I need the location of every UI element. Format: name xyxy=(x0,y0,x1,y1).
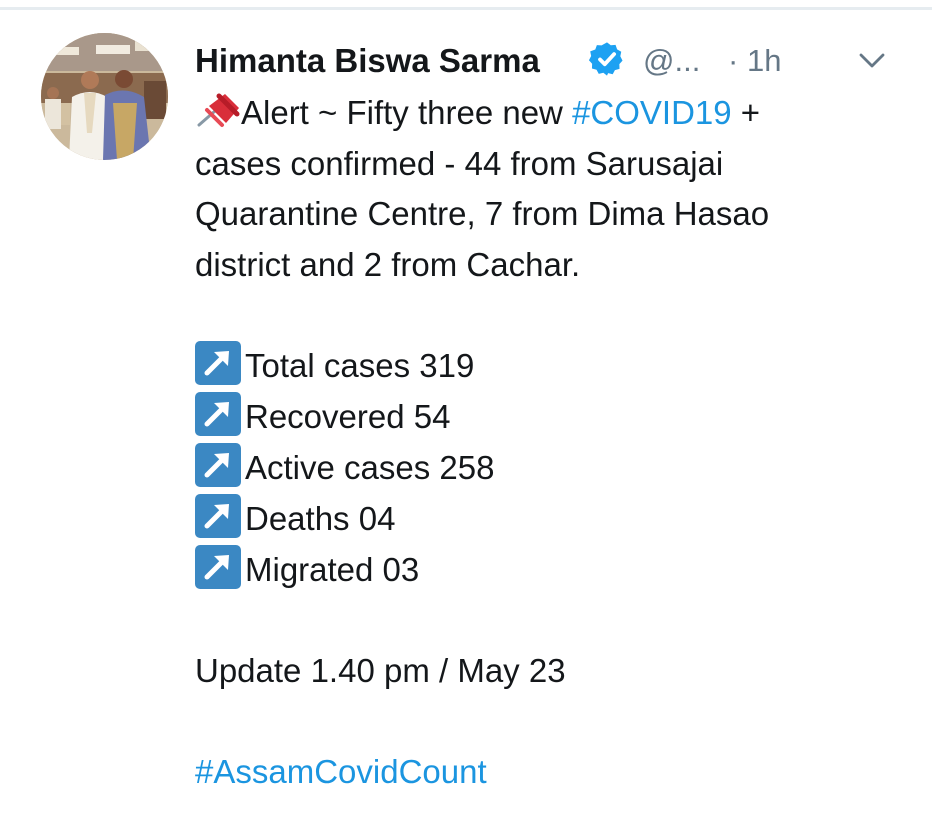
tweet-body: Alert ~ Fifty three new #COVID19 + cases… xyxy=(195,88,915,798)
alert-suffix: + xyxy=(731,94,761,131)
avatar-photo xyxy=(41,33,168,160)
body-line: Quarantine Centre, 7 from Dima Hasao xyxy=(195,195,770,232)
tweet-screen: Himanta Biswa Sarma @... · 1h Alert ~ Fi… xyxy=(0,0,932,816)
stat-text: Recovered 54 xyxy=(245,397,451,435)
stat-text: Migrated 03 xyxy=(245,550,420,588)
alert-prefix: Alert ~ Fifty three new xyxy=(241,94,573,131)
tweet-time[interactable]: · 1h xyxy=(728,43,781,79)
verified-badge-icon xyxy=(588,42,623,76)
stat-active-cases: Active cases 258 xyxy=(195,442,915,494)
up-right-arrow-icon xyxy=(195,544,241,589)
stat-text: Deaths 04 xyxy=(245,499,396,537)
avatar[interactable] xyxy=(41,33,168,160)
author-name[interactable]: Himanta Biswa Sarma xyxy=(195,42,540,80)
alert-line: Alert ~ Fifty three new #COVID19 + xyxy=(195,88,915,139)
stat-migrated: Migrated 03 xyxy=(195,544,915,596)
body-line: district and 2 from Cachar. xyxy=(195,245,581,283)
assam-covid-count-hashtag-link[interactable]: #AssamCovidCount xyxy=(195,747,915,798)
tweet[interactable]: Himanta Biswa Sarma @... · 1h Alert ~ Fi… xyxy=(195,36,915,798)
chevron-down-icon[interactable] xyxy=(858,52,886,70)
stat-deaths: Deaths 04 xyxy=(195,493,915,545)
time-value: 1h xyxy=(746,43,782,78)
body-line: cases confirmed - 44 from Sarusajai xyxy=(195,144,724,182)
up-right-arrow-icon xyxy=(195,493,241,538)
stat-text: Total cases 319 xyxy=(245,346,475,384)
stat-recovered: Recovered 54 xyxy=(195,391,915,443)
up-right-arrow-icon xyxy=(195,340,241,385)
tweet-header: Himanta Biswa Sarma @... · 1h xyxy=(195,36,915,88)
up-right-arrow-icon xyxy=(195,442,241,487)
covid19-hashtag-link[interactable]: #COVID19 xyxy=(572,94,732,131)
up-right-arrow-icon xyxy=(195,391,241,436)
time-separator: · xyxy=(728,43,739,78)
top-divider xyxy=(0,7,932,10)
pushpin-icon xyxy=(197,93,240,127)
stat-text: Active cases 258 xyxy=(245,448,495,486)
author-handle[interactable]: @... xyxy=(643,43,700,79)
update-line: Update 1.40 pm / May 23 xyxy=(195,652,566,689)
stat-total-cases: Total cases 319 xyxy=(195,340,915,392)
